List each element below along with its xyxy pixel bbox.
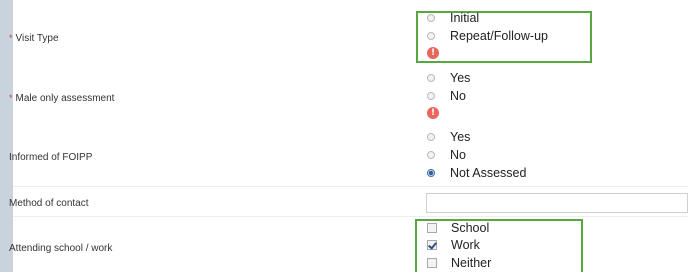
radio-button[interactable] [427,74,435,82]
attending-option-neither[interactable]: Neither [427,255,491,271]
required-marker: * [9,33,13,43]
method-of-contact-label: Method of contact [9,198,89,209]
attending-option-school[interactable]: School [427,220,489,236]
divider [13,186,688,187]
checkbox[interactable] [427,258,437,268]
radio-button[interactable] [427,92,435,100]
male-only-option-yes[interactable]: Yes [427,70,470,86]
foipp-option-not-assessed[interactable]: Not Assessed [427,165,526,181]
radio-button[interactable] [427,32,435,40]
attending-school-work-label: Attending school / work [9,243,113,254]
radio-button[interactable] [427,151,435,159]
checkbox-checked[interactable] [427,240,437,250]
visit-type-option-initial[interactable]: Initial [427,10,479,26]
foipp-label: Informed of FOIPP [9,152,93,163]
foipp-option-yes[interactable]: Yes [427,129,470,145]
radio-button-selected[interactable] [427,169,435,177]
required-marker: * [9,93,13,103]
checkbox[interactable] [427,223,437,233]
divider [13,216,688,217]
radio-button[interactable] [427,14,435,22]
method-of-contact-input[interactable] [426,193,688,213]
radio-button[interactable] [427,133,435,141]
foipp-option-no[interactable]: No [427,147,466,163]
error-icon: ! [427,107,439,119]
male-only-label: * Male only assessment [9,93,115,104]
error-icon: ! [427,47,439,59]
visit-type-label: * Visit Type [9,33,59,44]
attending-option-work[interactable]: Work [427,237,480,253]
visit-type-option-repeat[interactable]: Repeat/Follow-up [427,28,548,44]
male-only-option-no[interactable]: No [427,88,466,104]
